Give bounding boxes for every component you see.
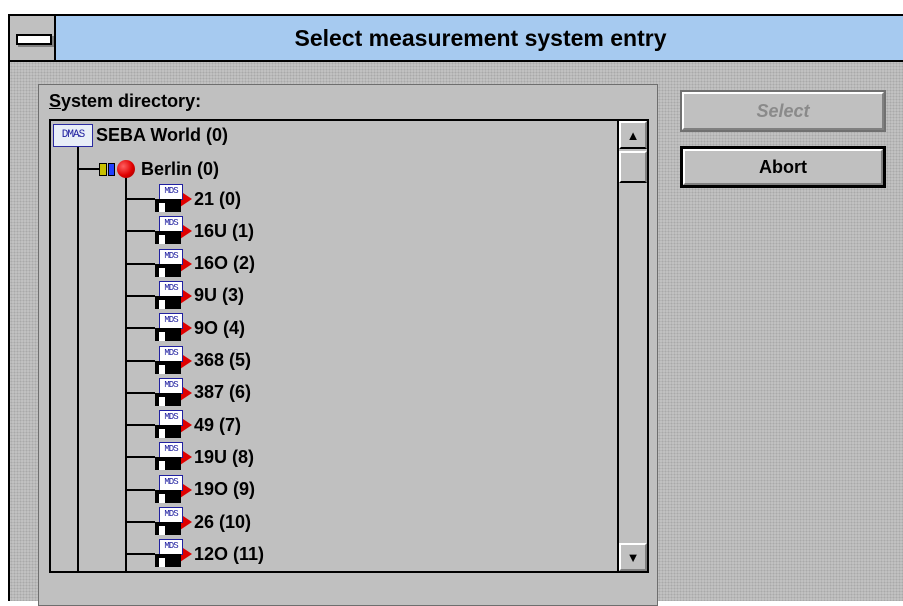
system-directory-panel: System directory: DMAS SEBA World (0) Be… xyxy=(38,84,658,606)
mds-disk-icon: MDS xyxy=(155,539,183,569)
mds-disk-icon: MDS xyxy=(155,507,183,537)
abort-button[interactable]: Abort xyxy=(680,146,886,188)
tree-item[interactable]: MDS 16O (2) xyxy=(125,248,255,280)
tree-item-label: 9U (3) xyxy=(194,285,245,306)
system-directory-label: System directory: xyxy=(49,91,202,111)
mds-disk-icon: MDS xyxy=(155,216,183,246)
tree-item[interactable]: MDS 12O (11) xyxy=(125,538,264,570)
tree-item-label: 368 (5) xyxy=(194,350,252,370)
scroll-down-button[interactable]: ▼ xyxy=(619,543,647,571)
mds-disk-icon: MDS xyxy=(155,313,183,343)
dialog-client: System directory: DMAS SEBA World (0) Be… xyxy=(10,62,903,606)
tree-item-label: 387 (6) xyxy=(194,382,252,403)
tree-item[interactable]: MDS 387 (6) xyxy=(125,377,251,409)
system-directory-tree[interactable]: DMAS SEBA World (0) Berlin (0) MDS 21 (0)… xyxy=(49,119,649,573)
tree-item[interactable]: MDS 19O (9) xyxy=(125,474,255,506)
system-menu-icon[interactable] xyxy=(10,16,56,60)
window-title: Select measurement system entry xyxy=(294,25,667,51)
scroll-up-button[interactable]: ▲ xyxy=(619,121,647,149)
mds-disk-icon: MDS xyxy=(155,248,183,279)
dmas-icon: DMAS xyxy=(53,123,93,147)
vertical-scrollbar[interactable]: ▲ ▼ xyxy=(617,121,647,571)
tree-node-label: Berlin (0) xyxy=(141,158,220,179)
mds-disk-icon: MDS xyxy=(155,410,183,440)
tree-node-berlin[interactable]: Berlin (0) xyxy=(77,155,219,183)
tree-item-label: 9O (4) xyxy=(194,317,246,338)
tree-item-label: 49 (7) xyxy=(194,414,242,435)
tree-item[interactable]: MDS 9U (3) xyxy=(125,280,244,312)
select-button[interactable]: Select xyxy=(680,90,886,132)
dialog-window: Select measurement system entry System d… xyxy=(8,14,903,606)
mds-disk-icon: MDS xyxy=(155,474,183,505)
scroll-up-arrow-icon: ▲ xyxy=(626,127,640,143)
mds-disk-icon: MDS xyxy=(155,280,183,311)
tree-item-label: 21 (0) xyxy=(194,188,242,209)
tree-item-label: 16O (2) xyxy=(194,253,256,274)
mds-disk-icon: MDS xyxy=(155,442,183,472)
tree-item[interactable]: MDS 9O (4) xyxy=(125,312,245,344)
mds-disk-icon: MDS xyxy=(155,377,183,408)
tree-item[interactable]: MDS 26 (10) xyxy=(125,506,251,538)
tree-root-node[interactable]: DMAS SEBA World (0) xyxy=(51,121,228,149)
tree-item[interactable]: MDS 19U (8) xyxy=(125,441,254,473)
tree-item-label: 26 (10) xyxy=(194,511,252,532)
tree-item[interactable]: MDS 16U (1) xyxy=(125,215,254,247)
tree-item-label: 19U (8) xyxy=(194,446,255,467)
title-bar[interactable]: Select measurement system entry xyxy=(10,16,903,62)
tree-item[interactable]: MDS 21 (0) xyxy=(125,183,241,215)
scroll-down-arrow-icon: ▼ xyxy=(626,549,640,565)
tree-item[interactable]: MDS 368 (5) xyxy=(125,345,251,377)
tree-root-label: SEBA World (0) xyxy=(96,124,229,145)
tree-item-label: 16U (1) xyxy=(194,220,255,241)
tree-item-label: 12O (11) xyxy=(194,543,265,564)
tree-item[interactable]: MDS 49 (7) xyxy=(125,409,241,441)
mds-disk-icon: MDS xyxy=(155,184,183,214)
red-ball-icon xyxy=(117,160,135,178)
scroll-thumb[interactable] xyxy=(619,151,647,183)
tree-item-label: 19O (9) xyxy=(194,479,256,500)
mds-disk-icon: MDS xyxy=(155,345,183,376)
